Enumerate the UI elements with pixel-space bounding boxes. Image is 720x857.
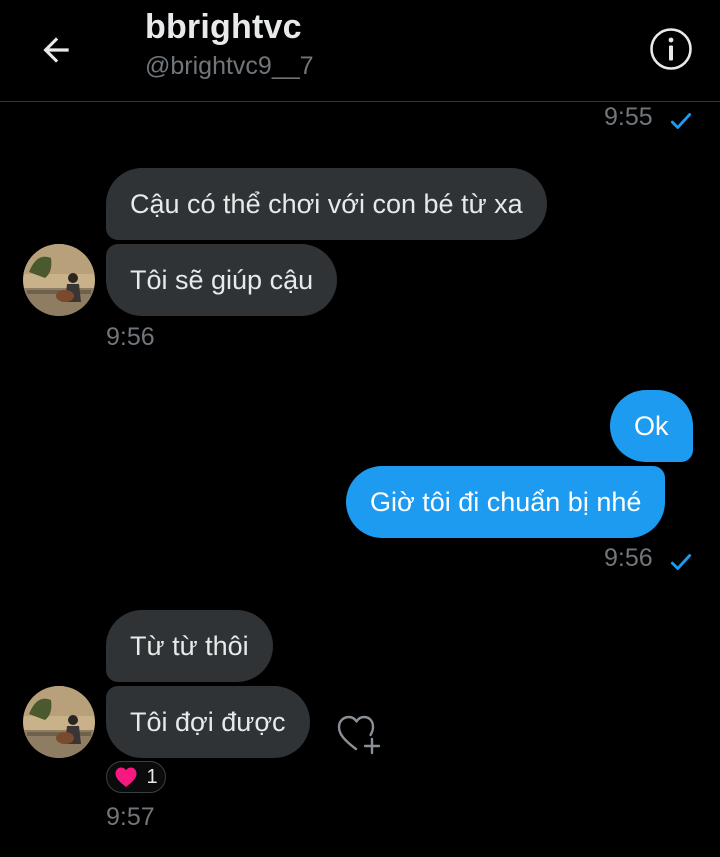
message-timestamp: 9:56 [604, 544, 653, 572]
back-arrow-icon [43, 37, 69, 63]
outgoing-message-bubble[interactable]: Ok [610, 390, 693, 462]
conversation-header: bbrightvc @brightvc9__7 [0, 0, 720, 102]
message-timestamp: 9:56 [106, 323, 155, 351]
incoming-message-bubble[interactable]: Tôi sẽ giúp cậu [106, 244, 338, 316]
avatar-image [23, 244, 95, 316]
avatar-image [23, 686, 95, 758]
incoming-message-bubble[interactable]: Từ từ thôi [106, 610, 273, 682]
sent-check-icon [670, 113, 692, 129]
conversation-handle[interactable]: @brightvc9__7 [145, 52, 314, 81]
sent-check-icon [670, 554, 692, 570]
outgoing-message-bubble[interactable]: Giờ tôi đi chuẩn bị nhé [346, 466, 666, 538]
incoming-message-bubble[interactable]: Cậu có thể chơi với con bé từ xa [106, 168, 547, 240]
back-button[interactable] [30, 24, 82, 76]
reaction-count: 1 [146, 765, 158, 788]
heart-icon [115, 767, 137, 787]
info-icon [650, 28, 692, 70]
avatar[interactable] [23, 244, 95, 316]
conversation-title[interactable]: bbrightvc [145, 8, 302, 47]
message-timestamp: 9:57 [106, 803, 155, 831]
avatar[interactable] [23, 686, 95, 758]
info-button[interactable] [645, 23, 697, 75]
add-reaction-icon[interactable] [336, 713, 384, 755]
message-timestamp: 9:55 [604, 103, 653, 131]
reaction-badge[interactable]: 1 [106, 761, 166, 793]
incoming-message-bubble[interactable]: Tôi đợi được [106, 686, 310, 758]
